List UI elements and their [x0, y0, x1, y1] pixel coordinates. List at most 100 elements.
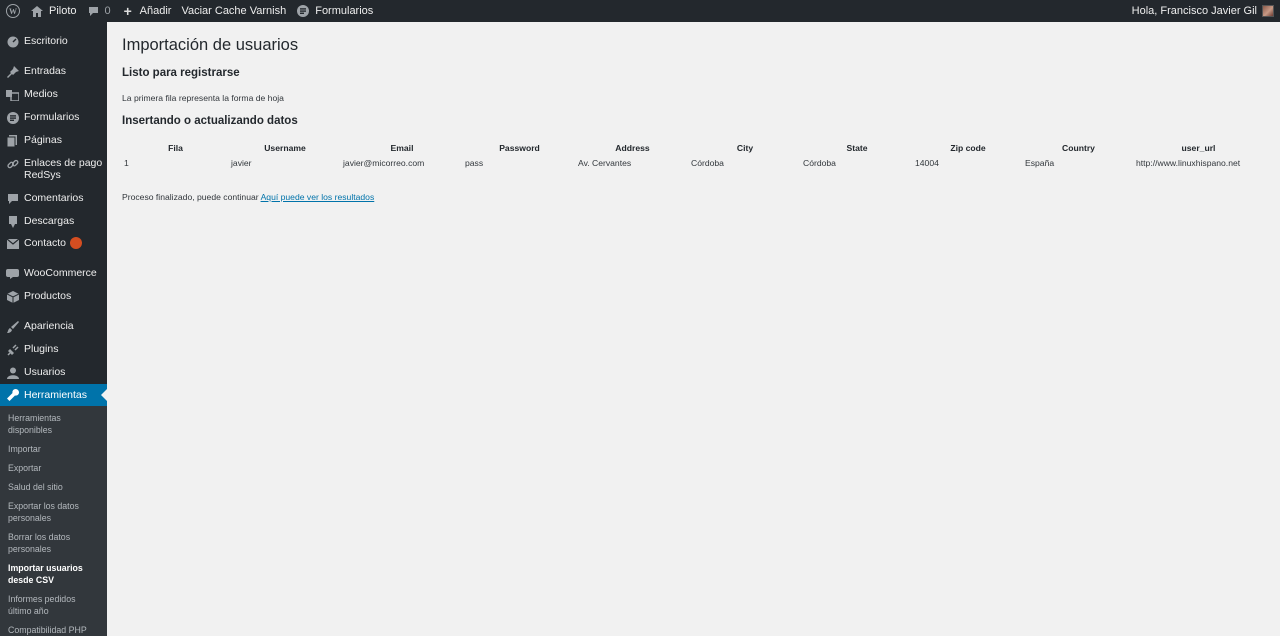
table-header-row: Fila Username Email Password Address Cit…	[122, 140, 1263, 155]
submenu-exportar-datos-personales[interactable]: Exportar los datos personales	[8, 500, 83, 524]
dashboard-icon	[6, 35, 19, 48]
column-header: State	[846, 142, 868, 153]
section-heading-ready: Listo para registrarse	[122, 67, 240, 79]
site-name: Piloto	[49, 5, 77, 17]
admin-sidebar: Escritorio Entradas Medios Formularios P…	[0, 22, 107, 636]
sidebar-item-label: Contacto	[24, 237, 67, 249]
submenu-borrar-datos-personales[interactable]: Borrar los datos personales	[8, 531, 78, 555]
comments-icon	[6, 192, 19, 205]
admin-bar: W Piloto 0 + Añadir Vaciar Cache Varnish…	[0, 0, 1280, 22]
sidebar-item-productos[interactable]: Productos	[0, 290, 107, 303]
home-icon	[30, 4, 44, 18]
sidebar-item-formularios[interactable]: Formularios	[0, 111, 107, 124]
sidebar-item-usuarios[interactable]: Usuarios	[0, 366, 107, 379]
sidebar-item-herramientas[interactable]: Herramientas	[0, 384, 107, 406]
sidebar-item-label: Comentarios	[24, 192, 84, 204]
table-row: 1 javier javier@micorreo.com pass Av. Ce…	[122, 155, 1263, 170]
wordpress-logo-icon: W	[6, 4, 20, 18]
sidebar-item-entradas[interactable]: Entradas	[0, 65, 107, 78]
sidebar-item-paginas[interactable]: Páginas	[0, 134, 107, 147]
process-finished-message: Proceso finalizado, puede continuar Aquí…	[122, 192, 374, 202]
submenu-herramientas-disponibles[interactable]: Herramientas disponibles	[8, 412, 78, 436]
submenu-importar-usuarios-csv[interactable]: Importar usuarios desde CSV	[8, 562, 83, 586]
sidebar-item-comentarios[interactable]: Comentarios	[0, 192, 107, 205]
sidebar-item-label: WooCommerce	[24, 267, 97, 279]
finished-text: Proceso finalizado, puede continuar	[122, 192, 259, 202]
forms-icon	[296, 4, 310, 18]
column-header: Password	[499, 142, 540, 153]
add-new-label: Añadir	[139, 5, 172, 17]
sidebar-item-label: Herramientas	[24, 389, 88, 401]
users-icon	[6, 366, 19, 379]
table-cell: Av. Cervantes	[578, 157, 632, 168]
new-content-menu[interactable]: + Añadir	[116, 0, 177, 22]
download-icon	[6, 215, 19, 228]
sidebar-item-escritorio[interactable]: Escritorio	[0, 35, 107, 48]
column-header: Country	[1062, 142, 1095, 153]
forms-menu[interactable]: Formularios	[291, 0, 378, 22]
table-cell: javier	[231, 157, 252, 168]
submenu-salud-sitio[interactable]: Salud del sitio	[8, 481, 103, 493]
woocommerce-icon	[6, 267, 19, 280]
sidebar-item-label: Medios	[24, 88, 58, 100]
table-cell: España	[1025, 157, 1055, 168]
table-cell: Córdoba	[691, 157, 724, 168]
comment-bubble-icon	[87, 4, 101, 18]
submenu-informes-pedidos[interactable]: Informes pedidos último año	[8, 593, 80, 617]
pages-icon	[6, 134, 19, 147]
notification-badge	[70, 237, 83, 249]
sidebar-item-woocommerce[interactable]: WooCommerce	[0, 267, 107, 280]
sidebar-item-plugins[interactable]: Plugins	[0, 343, 107, 356]
import-results-table: Fila Username Email Password Address Cit…	[122, 140, 1263, 170]
mail-icon	[6, 237, 19, 250]
sidebar-item-contacto[interactable]: Contacto	[0, 237, 107, 250]
sidebar-item-descargas[interactable]: Descargas	[0, 215, 107, 228]
sidebar-item-label: Enlaces de pago RedSys	[24, 157, 103, 181]
table-cell: http://www.linuxhispano.net	[1136, 157, 1241, 168]
submenu-compatibilidad-php[interactable]: Compatibilidad PHP	[8, 624, 103, 636]
sidebar-item-label: Apariencia	[24, 320, 74, 332]
sidebar-item-label: Productos	[24, 290, 72, 302]
wp-logo-menu[interactable]: W	[0, 0, 25, 22]
pin-icon	[6, 65, 19, 78]
media-icon	[6, 88, 19, 101]
sidebar-item-enlaces-pago[interactable]: Enlaces de pago RedSys	[0, 157, 107, 181]
greeting: Hola, Francisco Javier Gil	[1131, 5, 1257, 17]
table-cell: javier@micorreo.com	[343, 157, 425, 168]
sidebar-item-medios[interactable]: Medios	[0, 88, 107, 101]
table-cell: Córdoba	[803, 157, 836, 168]
varnish-label: Vaciar Cache Varnish	[181, 5, 287, 17]
table-cell: pass	[465, 157, 484, 168]
page-title: Importación de usuarios	[122, 36, 299, 54]
sidebar-item-label: Plugins	[24, 343, 59, 355]
column-header: user_url	[1181, 142, 1216, 153]
column-header: Fila	[168, 142, 183, 153]
wrench-icon	[6, 389, 19, 402]
tools-submenu: Herramientas disponibles Importar Export…	[0, 406, 107, 636]
site-name-menu[interactable]: Piloto	[25, 0, 82, 22]
column-header: Address	[615, 142, 650, 153]
comments-count: 0	[104, 5, 111, 17]
submenu-importar[interactable]: Importar	[8, 443, 103, 455]
my-account-menu[interactable]: Hola, Francisco Javier Gil	[1127, 0, 1280, 22]
main-content: Importación de usuarios Listo para regis…	[107, 22, 1280, 636]
avatar	[1262, 5, 1274, 17]
sidebar-item-label: Formularios	[24, 111, 80, 123]
column-header: Email	[390, 142, 414, 153]
plugins-icon	[6, 343, 19, 356]
table-cell: 1	[124, 157, 129, 168]
sidebar-item-label: Páginas	[24, 134, 62, 146]
table-cell: 14004	[915, 157, 939, 168]
plus-icon: +	[123, 3, 132, 19]
sidebar-item-label: Entradas	[24, 65, 67, 77]
column-header: Zip code	[950, 142, 986, 153]
forms-label: Formularios	[315, 5, 374, 17]
first-row-note: La primera fila representa la forma de h…	[122, 93, 284, 103]
view-results-link[interactable]: Aquí puede ver los resultados	[261, 192, 375, 202]
column-header: Username	[264, 142, 306, 153]
submenu-exportar[interactable]: Exportar	[8, 462, 103, 474]
varnish-purge-button[interactable]: Vaciar Cache Varnish	[176, 0, 291, 22]
comments-menu[interactable]: 0	[82, 0, 116, 22]
link-icon	[6, 157, 19, 170]
sidebar-item-apariencia[interactable]: Apariencia	[0, 320, 107, 333]
